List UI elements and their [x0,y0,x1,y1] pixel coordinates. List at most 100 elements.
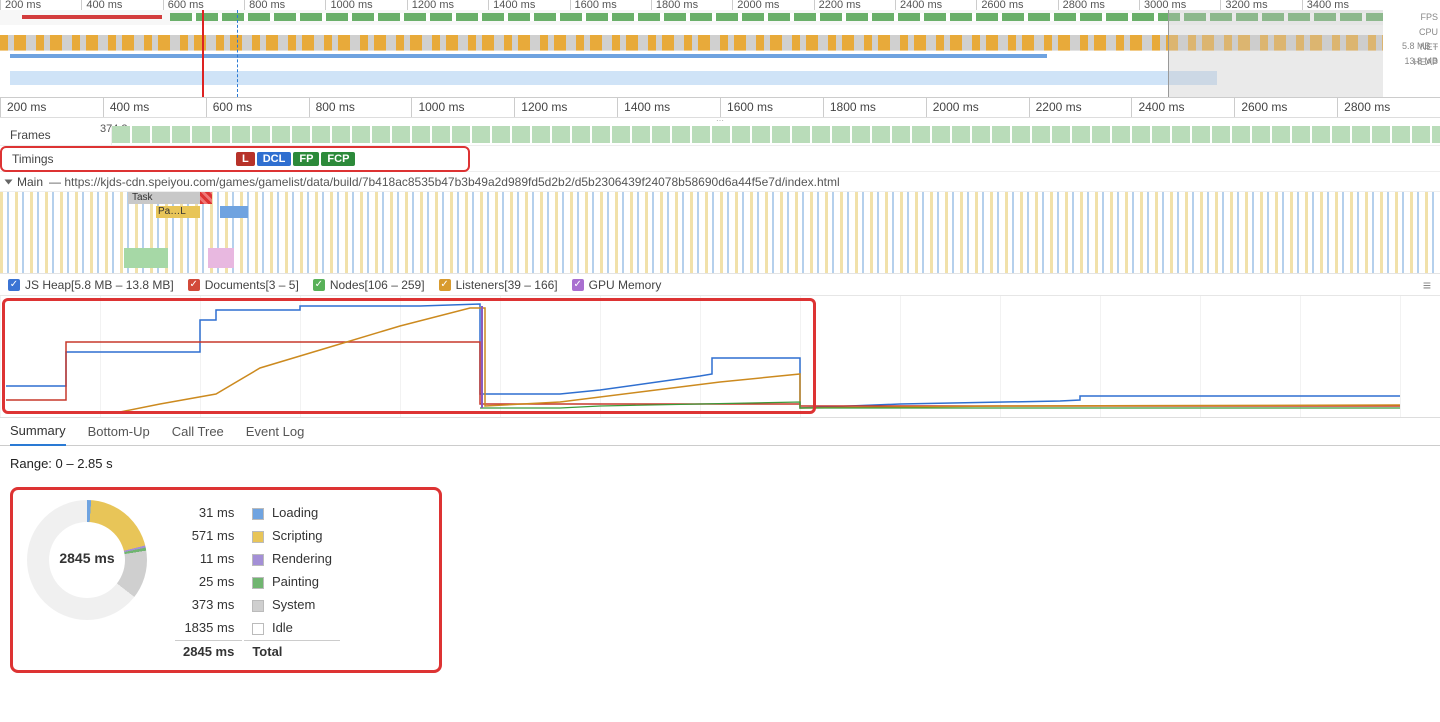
frames-row[interactable]: Frames 374.2 ms [0,124,1440,146]
legend-row-painting[interactable]: 25 ms Painting [175,571,340,592]
frames-row-content[interactable] [112,124,1440,145]
ruler-tick-label: 1200 ms [521,100,567,114]
counter-toggle-documents[interactable]: Documents[3 – 5] [188,278,299,292]
legend-row-scripting[interactable]: 571 ms Scripting [175,525,340,546]
summary-legend-table: 31 ms Loading 571 ms Scripting 11 ms Ren… [173,500,342,664]
summary-range: Range: 0 – 2.85 s [10,456,1430,471]
ruler-tick-label: 1400 ms [624,100,670,114]
frames-strip[interactable] [112,126,1440,143]
overview-tick: 800 ms [244,0,325,10]
ruler-tick: 2600 ms [1234,98,1337,117]
ruler-tick: 1000 ms [411,98,514,117]
legend-label: Painting [272,574,319,589]
summary-pane: Range: 0 – 2.85 s 2845 ms 31 ms Loading … [0,446,1440,683]
overview-tick: 1000 ms [325,0,406,10]
counter-toggle-nodes[interactable]: Nodes[106 – 259] [313,278,425,292]
ruler-tick: 600 ms [206,98,309,117]
ruler-tick-label: 400 ms [110,100,149,114]
ruler-tick-label: 2000 ms [933,100,979,114]
overview-tick: 600 ms [163,0,244,10]
overview-tick: 3200 ms [1220,0,1301,10]
checkbox-icon[interactable] [439,279,451,291]
legend-row-rendering[interactable]: 11 ms Rendering [175,548,340,569]
summary-highlight-box: 2845 ms 31 ms Loading 571 ms Scripting 1… [10,487,442,673]
overview-tick: 2600 ms [976,0,1057,10]
legend-row-system[interactable]: 373 ms System [175,594,340,615]
main-thread-url: — https://kjds-cdn.speiyou.com/games/gam… [49,175,840,189]
flame-task[interactable]: Task [128,192,200,204]
overview-minimap[interactable]: 200 ms400 ms600 ms800 ms1000 ms1200 ms14… [0,0,1440,98]
overview-tick: 2000 ms [732,0,813,10]
legend-value: 2845 ms [175,640,242,662]
timing-badge-fcp[interactable]: FCP [321,152,355,166]
ruler-tick-label: 2600 ms [1241,100,1287,114]
checkbox-icon[interactable] [8,279,20,291]
timeline-ruler[interactable]: 200 ms 400 ms 600 ms 800 ms 1000 ms 1200 ms 14… [0,98,1440,118]
counter-label-jsheap: JS Heap[5.8 MB – 13.8 MB] [25,278,174,292]
tab-call-tree[interactable]: Call Tree [172,418,224,445]
fps-track-label: FPS [1383,10,1438,25]
hamburger-icon[interactable]: ≡ [1423,277,1432,293]
tab-summary[interactable]: Summary [10,417,66,446]
flame-block-blue[interactable] [220,206,248,218]
overview-body[interactable] [0,10,1383,97]
timing-badge-fp[interactable]: FP [293,152,319,166]
legend-value: 1835 ms [175,617,242,638]
tab-event-log[interactable]: Event Log [246,418,305,445]
flame-parse[interactable]: Pa…L [156,206,200,218]
counter-toggle-listeners[interactable]: Listeners[39 – 166] [439,278,558,292]
checkbox-icon[interactable] [572,279,584,291]
chevron-down-icon[interactable] [5,179,13,184]
legend-row-loading[interactable]: 31 ms Loading [175,502,340,523]
flame-long-task-marker[interactable] [200,192,212,204]
tab-bottom-up[interactable]: Bottom-Up [88,418,150,445]
overview-tick: 1400 ms [488,0,569,10]
legend-label: Idle [272,620,293,635]
counters-highlight-box [2,298,816,414]
heap-range-label: 5.8 MB – 13.8 MB [1383,39,1438,69]
checkbox-icon[interactable] [188,279,200,291]
swatch-painting [252,577,264,589]
ruler-tick: 400 ms [103,98,206,117]
overview-playhead-blue[interactable] [237,10,238,97]
overview-unselected-region[interactable] [1168,10,1383,97]
summary-donut[interactable]: 2845 ms [27,500,147,620]
timings-row[interactable]: Timings L DCL FP FCP [0,146,1440,172]
legend-label: Total [252,644,282,659]
overview-playhead-red[interactable] [202,10,204,97]
legend-label: Loading [272,505,318,520]
timing-badge-l[interactable]: L [236,152,255,166]
ruler-tick: 2200 ms [1029,98,1132,117]
overview-tick: 1600 ms [570,0,651,10]
flame-chart[interactable]: Task Pa…L [0,192,1440,274]
ruler-tick: 800 ms [309,98,412,117]
counter-toggle-jsheap[interactable]: JS Heap[5.8 MB – 13.8 MB] [8,278,174,292]
swatch-idle [252,623,264,635]
legend-value: 571 ms [175,525,242,546]
legend-value: 25 ms [175,571,242,592]
overview-ruler[interactable]: 200 ms400 ms600 ms800 ms1000 ms1200 ms14… [0,0,1383,10]
ruler-tick: 200 ms [0,98,103,117]
legend-row-idle[interactable]: 1835 ms Idle [175,617,340,638]
counters-chart[interactable] [0,296,1440,418]
counter-label-listeners: Listeners[39 – 166] [456,278,558,292]
legend-label: Scripting [272,528,323,543]
ruler-tick-label: 800 ms [316,100,355,114]
main-thread-header[interactable]: Main — https://kjds-cdn.speiyou.com/game… [0,172,1440,192]
timings-highlight-box: Timings L DCL FP FCP [0,146,470,172]
legend-value: 31 ms [175,502,242,523]
swatch-system [252,600,264,612]
swatch-loading [252,508,264,520]
main-thread-label: Main [17,175,43,189]
legend-row-total: 2845 ms Total [175,640,340,662]
counter-toggle-gpu[interactable]: GPU Memory [572,278,662,292]
timing-badge-dcl[interactable]: DCL [257,152,292,166]
flame-block-pink[interactable] [208,248,234,268]
ruler-tick-label: 1600 ms [727,100,773,114]
overview-tick: 2800 ms [1058,0,1139,10]
ruler-tick: 2000 ms [926,98,1029,117]
overview-track-labels: FPS CPU NET HEAP 5.8 MB – 13.8 MB [1383,10,1438,70]
checkbox-icon[interactable] [313,279,325,291]
flame-block-green[interactable] [124,248,168,268]
ruler-tick: 2800 ms [1337,98,1440,117]
